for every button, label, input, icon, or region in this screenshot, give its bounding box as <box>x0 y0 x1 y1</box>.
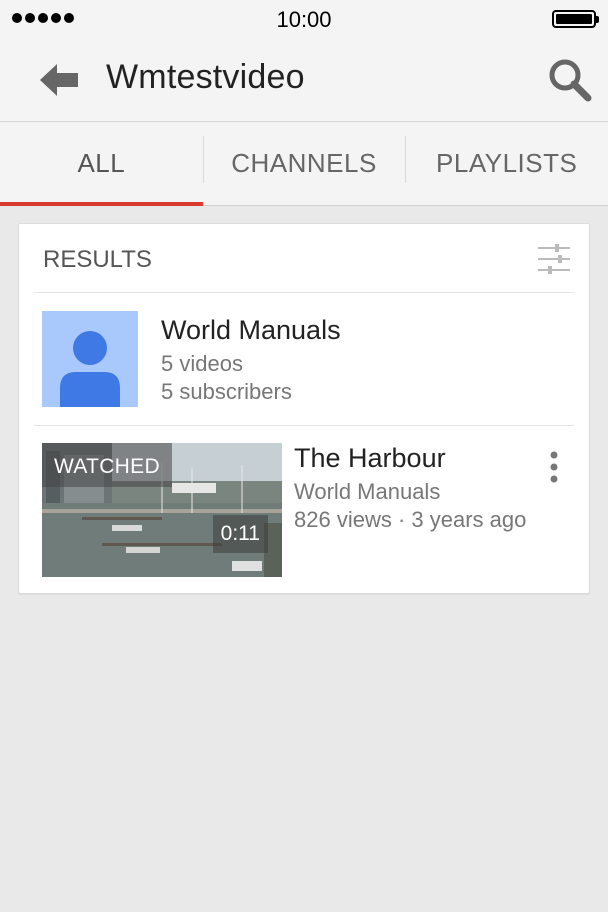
battery-icon <box>552 10 599 28</box>
search-icon <box>549 59 592 102</box>
channel-result[interactable]: World Manuals 5 videos 5 subscribers <box>34 294 574 426</box>
page-title: Wmtestvideo <box>106 58 305 96</box>
results-header: RESULTS <box>34 224 574 293</box>
status-bar: 10:00 <box>0 0 608 40</box>
video-result: WATCHED 0:11 The Harbour World Manuals 8… <box>34 427 574 592</box>
results-title: RESULTS <box>43 246 152 273</box>
app-bar: Wmtestvideo <box>0 40 608 122</box>
filter-sliders-icon <box>538 244 570 274</box>
tab-all[interactable]: ALL <box>0 122 203 206</box>
status-time: 10:00 <box>276 7 332 32</box>
tab-channels[interactable]: CHANNELS <box>202 122 406 205</box>
tab-playlists[interactable]: PLAYLISTS <box>405 122 608 205</box>
default-user-icon <box>60 331 120 407</box>
tab-bar: ALL CHANNELS PLAYLISTS <box>0 122 608 206</box>
more-options-button[interactable] <box>542 449 566 485</box>
video-thumbnail[interactable]: WATCHED 0:11 <box>42 443 282 577</box>
avatar <box>42 311 138 407</box>
duration-badge: 0:11 <box>212 515 268 553</box>
channel-video-count: 5 videos <box>161 351 243 376</box>
channel-name: World Manuals <box>161 315 341 345</box>
back-arrow-icon <box>40 64 78 96</box>
filter-button[interactable] <box>536 242 572 276</box>
search-button[interactable] <box>546 56 594 104</box>
more-vertical-icon <box>550 451 558 483</box>
video-title[interactable]: The Harbour <box>294 443 446 474</box>
video-channel-name: World Manuals <box>294 479 441 504</box>
video-meta: 826 views · 3 years ago <box>294 507 527 532</box>
channel-subscriber-count: 5 subscribers <box>161 379 292 404</box>
back-button[interactable] <box>38 60 82 100</box>
watched-badge: WATCHED <box>42 443 172 487</box>
results-card: RESULTS World Manuals 5 videos 5 subscri… <box>18 223 590 594</box>
